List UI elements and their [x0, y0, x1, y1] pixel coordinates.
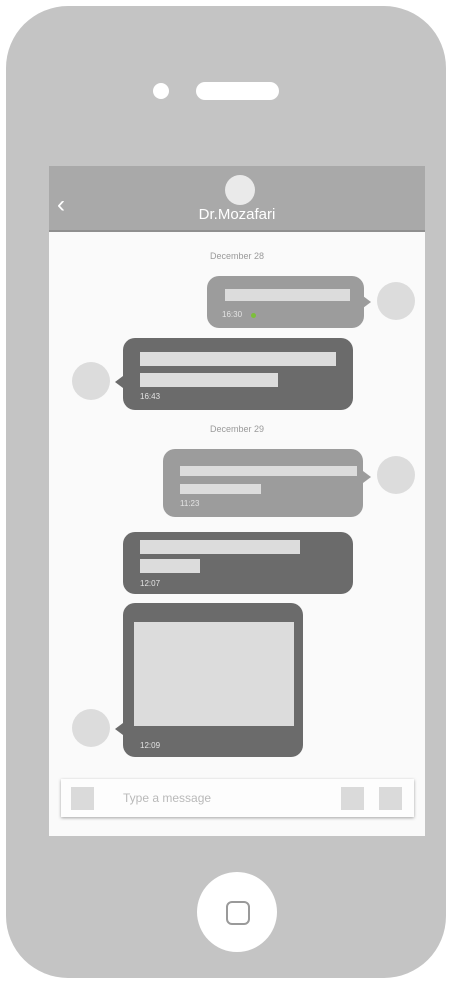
message-text-placeholder [180, 484, 261, 494]
message-time: 16:43 [140, 392, 161, 401]
message-text-placeholder [140, 559, 200, 573]
date-separator: December 29 [209, 424, 265, 434]
front-camera [153, 83, 169, 99]
date-separator: December 28 [209, 251, 265, 261]
bubble-tail [115, 723, 123, 735]
sender-avatar [72, 709, 110, 747]
image-message-bubble[interactable]: 12:09 [123, 603, 303, 757]
message-text-placeholder [140, 373, 278, 387]
contact-name: Dr.Mozafari [198, 206, 276, 223]
contact-avatar[interactable] [225, 175, 255, 205]
message-bubble-incoming[interactable]: 16:43 [123, 338, 353, 410]
chat-header: ‹ Dr.Mozafari [49, 166, 425, 232]
message-time: 11:23 [180, 499, 200, 508]
message-composer: Type a message [61, 779, 414, 817]
earpiece-speaker [196, 82, 279, 100]
chat-screen: ‹ Dr.Mozafari December 28 16:30 16:43 De… [49, 166, 425, 836]
sender-avatar [377, 456, 415, 494]
message-text-placeholder [140, 540, 300, 554]
message-bubble-outgoing[interactable]: 11:23 [163, 449, 363, 517]
sender-avatar [72, 362, 110, 400]
home-square-icon [226, 901, 250, 925]
message-input[interactable]: Type a message [123, 791, 211, 805]
message-bubble-outgoing[interactable]: 16:30 [207, 276, 364, 328]
sender-avatar [377, 282, 415, 320]
message-text-placeholder [180, 466, 357, 476]
message-time: 12:07 [140, 579, 161, 588]
camera-icon[interactable] [341, 787, 364, 810]
bubble-tail [115, 376, 123, 388]
message-time: 12:09 [140, 741, 161, 750]
bubble-tail [363, 471, 371, 483]
message-bubble-incoming[interactable]: 12:07 [123, 532, 353, 594]
message-text-placeholder [140, 352, 336, 366]
attach-icon[interactable] [71, 787, 94, 810]
read-status-icon [251, 313, 256, 318]
image-attachment[interactable] [134, 622, 294, 726]
message-text-placeholder [225, 289, 350, 301]
message-time: 16:30 [222, 310, 243, 319]
home-button[interactable] [197, 872, 277, 952]
bubble-tail [363, 296, 371, 308]
phone-frame: ‹ Dr.Mozafari December 28 16:30 16:43 De… [6, 6, 446, 978]
send-icon[interactable] [379, 787, 402, 810]
